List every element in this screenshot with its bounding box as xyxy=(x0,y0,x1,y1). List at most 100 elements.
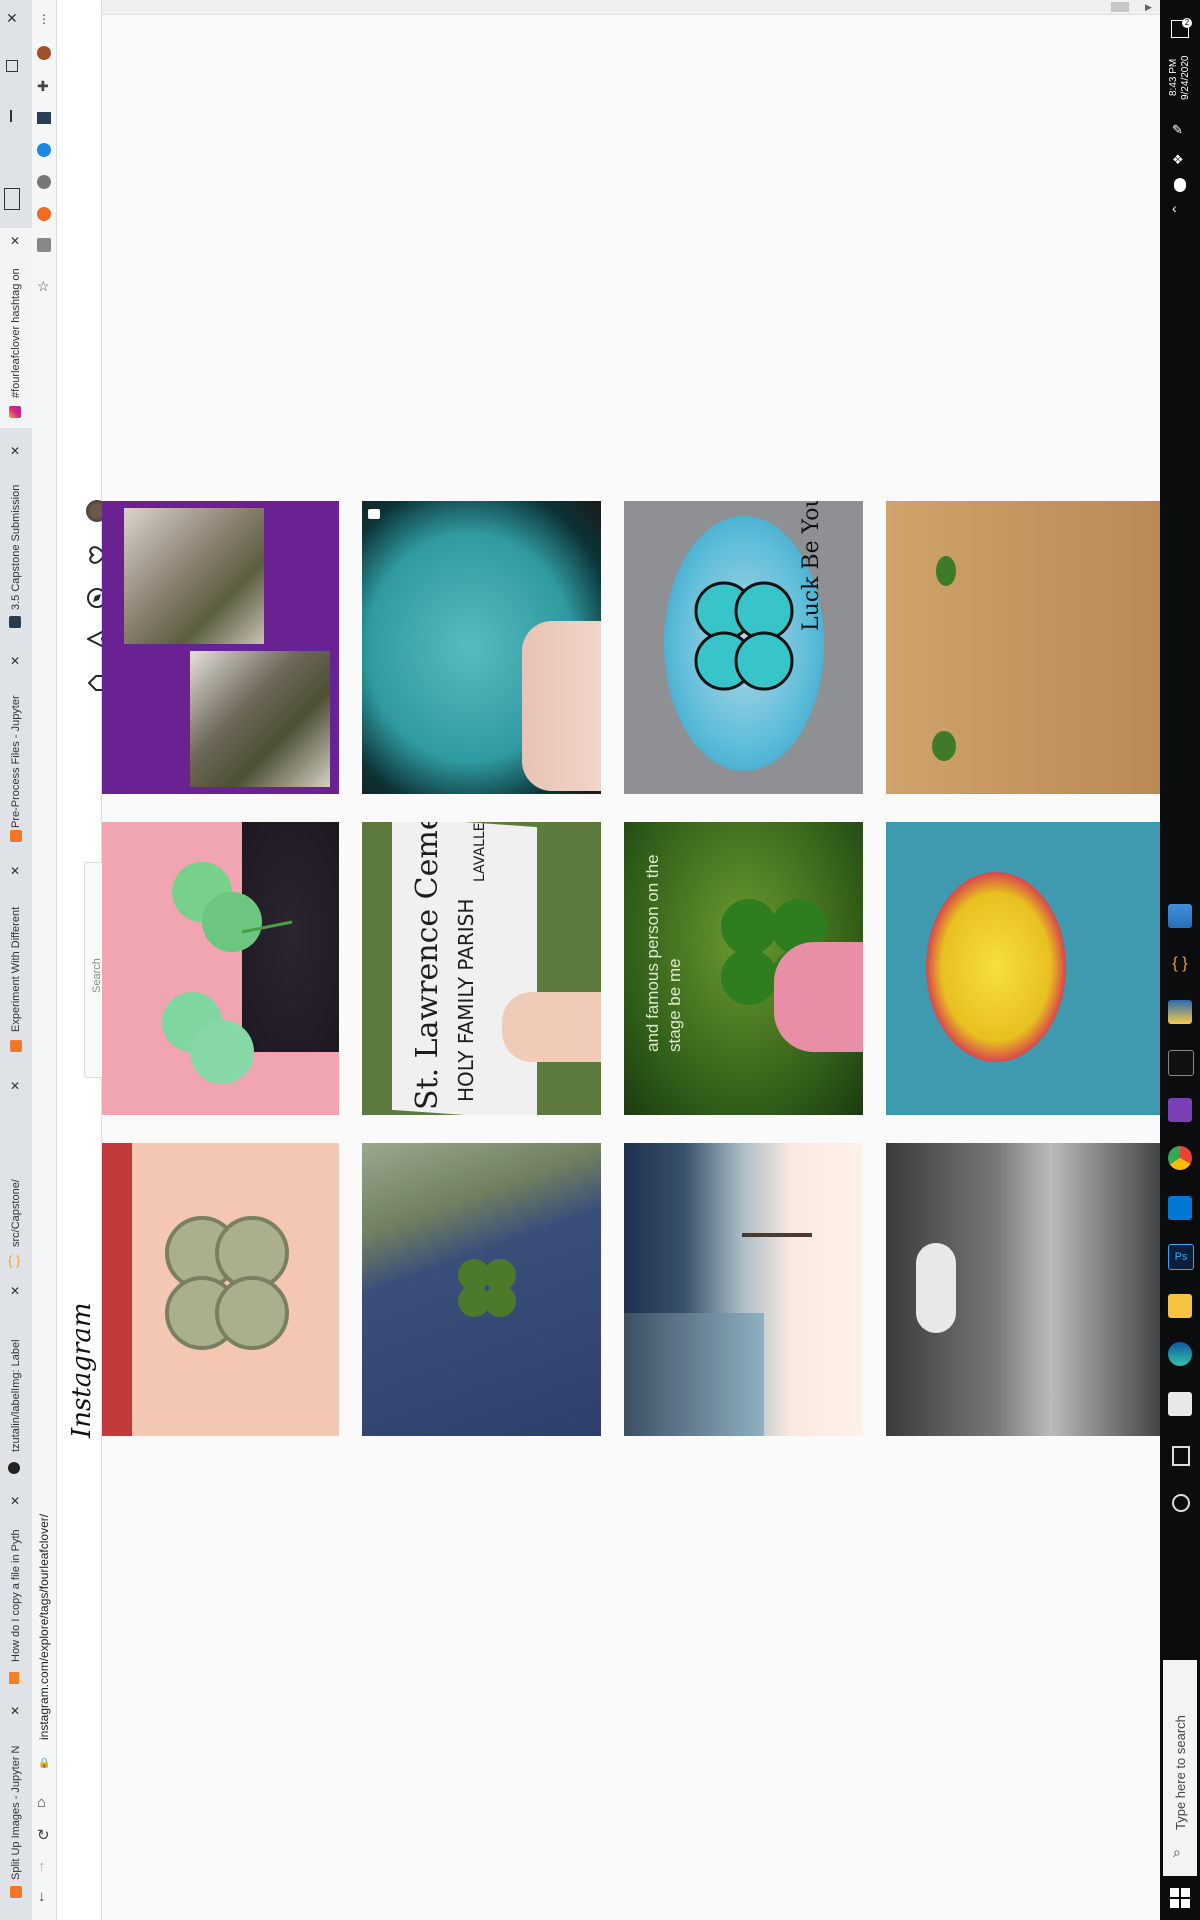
tab-close-icon[interactable]: ✕ xyxy=(10,1079,20,1093)
browser-toolbar: ⋮ ✚ ☆ instagram.com/explore/tags/fourlea… xyxy=(32,0,57,1920)
taskbar-app-brackets-icon[interactable]: { } xyxy=(1168,952,1192,976)
tab-search-icon[interactable] xyxy=(4,188,20,210)
hand-photo xyxy=(502,992,601,1062)
tab-label: Pre-Process Files - Jupyter xyxy=(10,695,22,828)
tab-close-icon[interactable]: ✕ xyxy=(10,864,20,878)
back-icon[interactable]: ↓ xyxy=(38,1888,46,1905)
stackoverflow-favicon-icon xyxy=(9,1672,19,1684)
show-hidden-icons-chevron-icon[interactable]: ‹ xyxy=(1172,200,1177,216)
tab-label: Split Up Images - Jupyter N xyxy=(10,1745,22,1881)
post-tile[interactable] xyxy=(102,501,339,794)
post-tile[interactable] xyxy=(886,501,1160,794)
taskbar-app-file-explorer-icon[interactable] xyxy=(1168,1294,1192,1318)
post-tile[interactable] xyxy=(886,1143,1160,1436)
post-tile[interactable] xyxy=(362,501,601,794)
volume-icon[interactable] xyxy=(1174,178,1186,192)
search-icon: ⌕ xyxy=(1173,1844,1181,1860)
tab-labelimg[interactable]: ✕ tzutalin/labelImg: Label xyxy=(0,1280,32,1480)
tab-close-icon[interactable]: ✕ xyxy=(10,654,20,668)
sign-text-sub2: LAVALLE xyxy=(472,822,488,882)
taskbar-app-photoshop-icon[interactable]: Ps xyxy=(1168,1244,1194,1270)
taskbar-app-python-icon[interactable] xyxy=(1168,1000,1192,1024)
tab-instagram[interactable]: ✕ #fourleafclover hashtag on xyxy=(0,228,32,428)
extension-5-icon[interactable] xyxy=(37,238,51,252)
tab-copy-file-python[interactable]: ✕ How do I copy a file in Pyth xyxy=(0,1490,32,1690)
tab-close-icon[interactable]: ✕ xyxy=(10,234,20,248)
tab-close-icon[interactable]: ✕ xyxy=(10,1494,20,1508)
post-photo xyxy=(190,651,330,787)
clover-caption: and famous person on the stage be me xyxy=(643,854,684,1052)
post-tile[interactable] xyxy=(102,1143,339,1436)
window-minimize-icon[interactable] xyxy=(10,110,12,122)
taskbar-search-box[interactable]: Type here to search ⌕ xyxy=(1163,1660,1197,1876)
post-tile[interactable]: and famous person on the stage be me xyxy=(624,822,863,1115)
forward-icon[interactable]: ↑ xyxy=(38,1858,46,1875)
tab-label: tzutalin/labelImg: Label xyxy=(10,1339,22,1452)
dropbox-icon[interactable]: ❖ xyxy=(1172,152,1184,168)
tab-pre-process-files[interactable]: ✕ Pre-Process Files - Jupyter xyxy=(0,650,32,850)
tab-capstone-submission[interactable]: ✕ 3.5 Capstone Submission xyxy=(0,440,32,630)
tab-strip: ✕ ✕ #fourleafclover hashtag on ✕ 3.5 Cap… xyxy=(0,0,32,1920)
taskbar-app-chrome-icon[interactable] xyxy=(1168,1146,1192,1170)
post-tile[interactable] xyxy=(624,1143,863,1436)
brackets-favicon-icon: { } xyxy=(8,1253,21,1268)
taskbar-app-store-icon[interactable] xyxy=(1168,1392,1192,1416)
instagram-logo[interactable]: Instagram xyxy=(67,1302,97,1438)
tab-close-icon[interactable]: ✕ xyxy=(10,1704,20,1718)
taskbar-app-calendar-icon[interactable] xyxy=(1168,904,1192,928)
horizontal-scrollbar[interactable]: ◀ ▶ xyxy=(57,0,1160,15)
post-tile[interactable]: St. Lawrence Cemetery HOLY FAMILY PARISH… xyxy=(362,822,601,1115)
rock-caption: Luck Be Yours xyxy=(799,501,824,631)
sign-text-sub: HOLY FAMILY PARISH xyxy=(454,898,478,1102)
bw-flower xyxy=(916,1243,956,1333)
post-tile[interactable] xyxy=(886,822,1160,1115)
window-close-icon[interactable]: ✕ xyxy=(6,10,18,27)
window-restore-icon[interactable] xyxy=(6,60,18,72)
address-bar[interactable]: instagram.com/explore/tags/fourleafclove… xyxy=(37,1514,51,1740)
scrollbar-thumb[interactable] xyxy=(1111,2,1129,12)
lock-icon[interactable]: 🔒 xyxy=(38,1758,50,1769)
github-favicon-icon xyxy=(8,1462,20,1474)
course-favicon-icon xyxy=(9,616,21,628)
reload-icon[interactable]: ↻ xyxy=(37,1826,50,1844)
taskbar-clock[interactable]: 8:43 PM xyxy=(1168,59,1179,96)
taskbar-app-edge-icon[interactable] xyxy=(1168,1342,1192,1366)
cortana-icon[interactable] xyxy=(1172,1494,1190,1512)
instagram-favicon-icon xyxy=(9,406,21,418)
extension-2-icon[interactable] xyxy=(37,143,51,157)
extensions-puzzle-icon[interactable]: ✚ xyxy=(37,78,49,95)
taskbar-app-onenote-icon[interactable] xyxy=(1168,1098,1192,1122)
pen-icon[interactable]: ✎ xyxy=(1172,122,1183,138)
jupyter-favicon-icon xyxy=(10,1040,22,1052)
bookmark-star-icon[interactable]: ☆ xyxy=(37,278,50,295)
profile-avatar[interactable] xyxy=(37,46,51,60)
mandala-art xyxy=(926,872,1066,1062)
scroll-right-arrow-icon[interactable]: ▶ xyxy=(1145,2,1152,13)
clover-leaf xyxy=(932,731,956,761)
task-view-icon[interactable] xyxy=(1172,1446,1190,1466)
clover-leaf xyxy=(936,556,956,586)
tab-close-icon[interactable]: ✕ xyxy=(10,444,20,458)
clover-drawing xyxy=(694,581,794,691)
zipper-trim xyxy=(102,1143,132,1436)
sign-pole xyxy=(742,1233,812,1237)
home-icon[interactable]: ⌂ xyxy=(37,1794,46,1811)
extension-1-icon[interactable] xyxy=(37,112,51,124)
post-tile[interactable]: Luck Be Yours xyxy=(624,501,863,794)
clover-plant xyxy=(162,862,293,1084)
extension-4-icon[interactable] xyxy=(37,207,51,221)
taskbar-app-vscode-icon[interactable] xyxy=(1168,1196,1192,1220)
taskbar-date[interactable]: 9/24/2020 xyxy=(1180,56,1191,101)
post-tile[interactable] xyxy=(362,1143,601,1436)
tab-label: How do I copy a file in Pyth xyxy=(10,1529,22,1662)
windows-start-icon[interactable] xyxy=(1170,1888,1190,1908)
menu-dots-icon[interactable]: ⋮ xyxy=(38,12,50,26)
tab-split-up-images[interactable]: ✕ Split Up Images - Jupyter N xyxy=(0,1700,32,1910)
taskbar-app-terminal-icon[interactable] xyxy=(1168,1050,1194,1076)
tab-experiment[interactable]: ✕ Experiment With Different xyxy=(0,860,32,1060)
embroidered-clover xyxy=(165,1216,289,1350)
post-tile[interactable] xyxy=(102,822,339,1115)
tab-src-capstone[interactable]: ✕ src/Capstone/ { } xyxy=(0,1075,32,1275)
tab-close-icon[interactable]: ✕ xyxy=(10,1284,20,1298)
extension-3-icon[interactable] xyxy=(37,175,51,189)
